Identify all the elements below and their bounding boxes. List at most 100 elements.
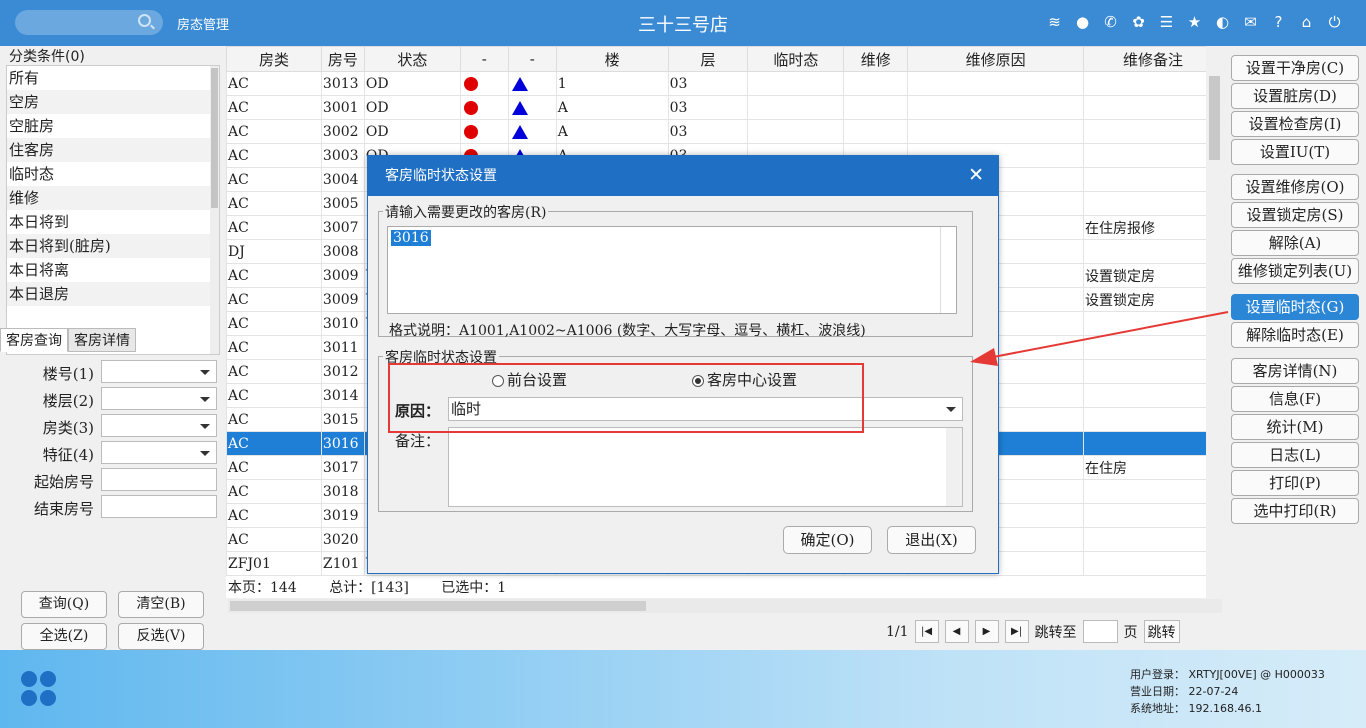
action-button[interactable]: 设置检查房(I) — [1231, 111, 1359, 137]
clear-button[interactable]: 清空(B) — [118, 591, 204, 618]
table-cell: AC — [226, 407, 322, 432]
page-count: 本页：144 — [228, 580, 297, 596]
start-room-input[interactable] — [101, 468, 217, 491]
floor-select[interactable] — [101, 387, 217, 410]
action-button[interactable]: 解除临时态(E) — [1231, 322, 1359, 348]
column-header[interactable]: - — [507, 46, 557, 72]
category-item[interactable]: 本日将到 — [7, 210, 219, 234]
column-header[interactable]: 维修 — [843, 46, 909, 72]
action-button[interactable]: 解除(A) — [1231, 230, 1359, 256]
ok-button[interactable]: 确定(O) — [783, 526, 872, 554]
table-row[interactable]: AC 3013 OD 1 03 — [226, 71, 1223, 96]
action-button[interactable]: 统计(M) — [1231, 414, 1359, 440]
column-header[interactable]: 房类 — [226, 46, 322, 72]
category-item[interactable]: 所有 — [7, 66, 219, 90]
room-input[interactable]: 3016 — [387, 226, 957, 314]
action-button[interactable]: 设置锁定房(S) — [1231, 202, 1359, 228]
action-button[interactable]: 设置临时态(G) — [1231, 294, 1359, 320]
phone-icon[interactable]: ✆ — [1101, 12, 1120, 31]
prev-page-button[interactable]: ◀ — [944, 620, 969, 643]
close-icon[interactable]: ✕ — [968, 164, 984, 186]
category-item[interactable]: 空脏房 — [7, 114, 219, 138]
grid-hscrollbar[interactable] — [228, 599, 1222, 613]
table-cell — [843, 71, 909, 96]
action-button[interactable]: 设置干净房(C) — [1231, 55, 1359, 81]
column-header[interactable]: 层 — [667, 46, 749, 72]
query-button[interactable]: 查询(Q) — [21, 591, 107, 618]
tab-room-detail[interactable]: 客房详情 — [68, 328, 136, 352]
select-all-button[interactable]: 全选(Z) — [21, 623, 107, 650]
last-page-button[interactable]: ▶| — [1004, 620, 1029, 643]
table-cell: AC — [226, 359, 322, 384]
wifi-icon[interactable]: ≋ — [1045, 12, 1064, 31]
end-room-input[interactable] — [101, 495, 217, 518]
category-item[interactable]: 本日退房 — [7, 282, 219, 306]
chat-icon[interactable]: ● — [1073, 12, 1092, 31]
palette-icon[interactable]: ✿ — [1129, 12, 1148, 31]
action-button[interactable]: 维修锁定列表(U) — [1231, 258, 1359, 284]
dialog-title: 客房临时状态设置 — [368, 156, 998, 196]
room-type-select[interactable] — [101, 414, 217, 437]
action-button[interactable]: 设置脏房(D) — [1231, 83, 1359, 109]
tab-room-query[interactable]: 客房查询 — [0, 328, 68, 352]
invert-select-button[interactable]: 反选(V) — [118, 623, 204, 650]
jump-button[interactable]: 跳转 — [1143, 620, 1180, 643]
column-header[interactable]: 房号 — [320, 46, 365, 72]
table-cell: 3003 — [320, 143, 365, 168]
action-button[interactable]: 打印(P) — [1231, 470, 1359, 496]
grid-stats: 本页：144 总计：[143] 已选中：1 — [228, 577, 534, 597]
page-input[interactable] — [1082, 620, 1118, 643]
power-icon[interactable]: ⏻ — [1325, 12, 1344, 31]
table-cell: AC — [226, 95, 322, 120]
theme-icon[interactable]: ◐ — [1213, 12, 1232, 31]
action-button[interactable]: 信息(F) — [1231, 386, 1359, 412]
table-row[interactable]: AC 3001 OD A 03 — [226, 95, 1223, 120]
category-scrollbar[interactable] — [210, 66, 219, 354]
column-header[interactable]: 临时态 — [747, 46, 845, 72]
column-header[interactable]: 状态 — [363, 46, 461, 72]
action-button[interactable]: 日志(L) — [1231, 442, 1359, 468]
category-item[interactable]: 住客房 — [7, 138, 219, 162]
category-item[interactable]: 空房 — [7, 90, 219, 114]
cancel-button[interactable]: 退出(X) — [887, 526, 976, 554]
category-item[interactable]: 维修 — [7, 186, 219, 210]
remark-textarea[interactable] — [448, 427, 963, 507]
building-select[interactable] — [101, 360, 217, 383]
action-button[interactable]: 设置维修房(O) — [1231, 174, 1359, 200]
action-button[interactable]: 设置IU(T) — [1231, 139, 1359, 165]
remark-label: 备注： — [395, 432, 441, 450]
table-cell — [507, 119, 557, 144]
table-cell: ZFJ01 — [226, 551, 322, 576]
next-page-button[interactable]: ▶ — [974, 620, 999, 643]
help-icon[interactable]: ? — [1269, 12, 1288, 31]
column-header[interactable]: 维修备注 — [1083, 46, 1223, 72]
column-header[interactable]: - — [459, 46, 509, 72]
home-icon[interactable]: ⌂ — [1297, 12, 1316, 31]
table-cell — [747, 95, 845, 120]
category-item[interactable]: 本日将到(脏房) — [7, 234, 219, 258]
table-cell: AC — [226, 311, 322, 336]
room-input-scrollbar[interactable] — [940, 227, 956, 313]
status-dot-icon — [463, 100, 478, 115]
first-page-button[interactable]: |◀ — [914, 620, 939, 643]
total-count: 总计：[143] — [329, 580, 409, 596]
mail-icon[interactable]: ✉ — [1241, 12, 1260, 31]
group-label: 请输入需要更改的客房(R) — [383, 202, 549, 222]
category-item[interactable]: 本日将离 — [7, 258, 219, 282]
star-icon[interactable]: ★ — [1185, 12, 1204, 31]
field-label: 特征(4) — [42, 446, 94, 464]
column-header[interactable]: 维修原因 — [907, 46, 1085, 72]
table-row[interactable]: AC 3002 OD A 03 — [226, 119, 1223, 144]
status-dot-icon — [463, 76, 478, 91]
action-button[interactable]: 选中打印(R) — [1231, 498, 1359, 524]
annotation-box — [388, 363, 864, 433]
column-header[interactable]: 楼 — [555, 46, 669, 72]
menu-icon[interactable]: ☰ — [1157, 12, 1176, 31]
category-item[interactable]: 临时态 — [7, 162, 219, 186]
action-button[interactable]: 客房详情(N) — [1231, 358, 1359, 384]
table-cell: 3019 — [320, 503, 365, 528]
feature-select[interactable] — [101, 441, 217, 464]
table-cell: AC — [226, 431, 322, 456]
table-cell — [1083, 143, 1223, 168]
remark-scrollbar[interactable] — [946, 428, 962, 506]
